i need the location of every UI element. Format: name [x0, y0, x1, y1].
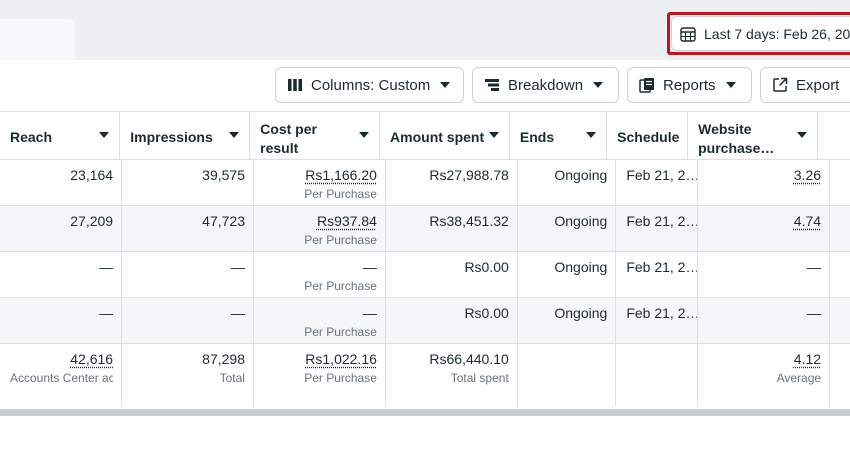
- impressions-value: 39,575: [132, 167, 245, 183]
- table-row[interactable]: — — — Per Purchase Rs0.00 Ongoing Feb 21,…: [0, 252, 850, 298]
- column-header-schedule[interactable]: Schedule: [607, 112, 688, 159]
- schedule-value: Feb 21, 2…: [626, 167, 689, 183]
- reach-value: 27,209: [10, 213, 113, 229]
- export-button[interactable]: Export: [760, 67, 850, 103]
- cost-sublabel: Per Purchase: [264, 233, 377, 247]
- impressions-value: 47,723: [132, 213, 245, 229]
- impressions-value: —: [132, 259, 245, 275]
- amount-spent-value: Rs38,451.32: [396, 213, 509, 229]
- campaign-table: Reach Impressions Cost per result Amount…: [0, 111, 850, 406]
- website-purchase-value: —: [708, 259, 821, 275]
- column-header-amount-spent[interactable]: Amount spent: [380, 112, 510, 159]
- website-purchase-total[interactable]: 4.12: [708, 351, 821, 367]
- column-header-impressions[interactable]: Impressions: [120, 112, 250, 159]
- table-row[interactable]: 23,164 39,575 Rs1,166.20 Per Purchase Rs2…: [0, 160, 850, 206]
- chevron-down-icon: [593, 82, 603, 88]
- amount-total-sublabel: Total spent: [396, 371, 509, 385]
- chevron-down-icon: [586, 132, 596, 138]
- top-bar: Last 7 days: Feb 26, 2024 – Mar 3, 2024: [0, 0, 850, 60]
- amount-spent-value: Rs27,988.78: [396, 167, 509, 183]
- reach-value: —: [10, 305, 113, 321]
- impressions-value: —: [132, 305, 245, 321]
- cost-total-sublabel: Per Purchase: [264, 371, 377, 385]
- cost-sublabel: Per Purchase: [264, 279, 377, 293]
- chevron-down-icon: [726, 82, 736, 88]
- cost-per-result-value: —: [264, 259, 377, 275]
- date-range-button[interactable]: Last 7 days: Feb 26, 2024 – Mar 3, 2024: [671, 16, 850, 51]
- columns-label: Columns: Custom: [311, 77, 430, 94]
- columns-button[interactable]: Columns: Custom: [275, 67, 464, 103]
- website-purchase-value[interactable]: 4.74: [708, 213, 821, 229]
- chevron-down-icon: [359, 132, 369, 138]
- cost-sublabel: Per Purchase: [264, 325, 377, 339]
- cost-per-result-value[interactable]: Rs937.84: [264, 213, 377, 229]
- breakdown-label: Breakdown: [508, 77, 583, 94]
- cost-per-result-total[interactable]: Rs1,022.16: [264, 351, 377, 367]
- reach-total[interactable]: 42,616: [10, 351, 113, 367]
- column-header-overflow: [818, 112, 850, 159]
- cost-sublabel: Per Purchase: [264, 187, 377, 201]
- impressions-total: 87,298: [132, 351, 245, 367]
- schedule-value: Feb 21, 2…: [626, 259, 689, 275]
- chevron-down-icon: [440, 82, 450, 88]
- reach-value: —: [10, 259, 113, 275]
- ends-value: Ongoing: [528, 259, 608, 275]
- website-purchase-value: —: [708, 305, 821, 321]
- column-header-website-purchase[interactable]: Website purchase…: [688, 112, 818, 159]
- website-purchase-value[interactable]: 3.26: [708, 167, 821, 183]
- reach-value: 23,164: [10, 167, 113, 183]
- chevron-down-icon: [489, 132, 499, 138]
- amount-spent-value: Rs0.00: [396, 305, 509, 321]
- ends-value: Ongoing: [528, 213, 608, 229]
- reports-button[interactable]: Reports: [627, 67, 752, 103]
- reports-icon: [639, 77, 655, 93]
- schedule-value: Feb 21, 2…: [626, 213, 689, 229]
- impressions-total-sublabel: Total: [132, 371, 245, 385]
- cost-per-result-value[interactable]: Rs1,166.20: [264, 167, 377, 183]
- ends-value: Ongoing: [528, 305, 608, 321]
- table-row[interactable]: 27,209 47,723 Rs937.84 Per Purchase Rs38,…: [0, 206, 850, 252]
- reach-total-sublabel: Accounts Center acc…: [10, 371, 113, 385]
- date-range-label: Last 7 days: Feb 26, 2024 – Mar 3, 2024: [704, 26, 850, 42]
- export-label: Export: [796, 77, 839, 94]
- table-row[interactable]: — — — Per Purchase Rs0.00 Ongoing Feb 21,…: [0, 298, 850, 344]
- tab-card[interactable]: [0, 19, 75, 60]
- breakdown-button[interactable]: Breakdown: [472, 67, 619, 103]
- website-total-sublabel: Average: [708, 371, 821, 385]
- column-header-ends[interactable]: Ends: [510, 112, 607, 159]
- amount-spent-total: Rs66,440.10: [396, 351, 509, 367]
- ends-value: Ongoing: [528, 167, 608, 183]
- column-header-reach[interactable]: Reach: [0, 112, 120, 159]
- chevron-down-icon: [797, 132, 807, 138]
- breakdown-icon: [484, 78, 500, 92]
- calendar-icon: [680, 26, 696, 42]
- amount-spent-value: Rs0.00: [396, 259, 509, 275]
- chevron-down-icon: [229, 132, 239, 138]
- cost-per-result-value: —: [264, 305, 377, 321]
- schedule-value: Feb 21, 2…: [626, 305, 689, 321]
- columns-icon: [287, 78, 303, 92]
- horizontal-scrollbar[interactable]: [0, 409, 850, 416]
- table-header-row: Reach Impressions Cost per result Amount…: [0, 112, 850, 160]
- column-header-cost-per-result[interactable]: Cost per result: [250, 112, 380, 159]
- reports-label: Reports: [663, 77, 716, 94]
- export-icon: [772, 77, 788, 93]
- totals-row: 42,616 Accounts Center acc… 87,298 Total R…: [0, 344, 850, 406]
- chevron-down-icon: [99, 132, 109, 138]
